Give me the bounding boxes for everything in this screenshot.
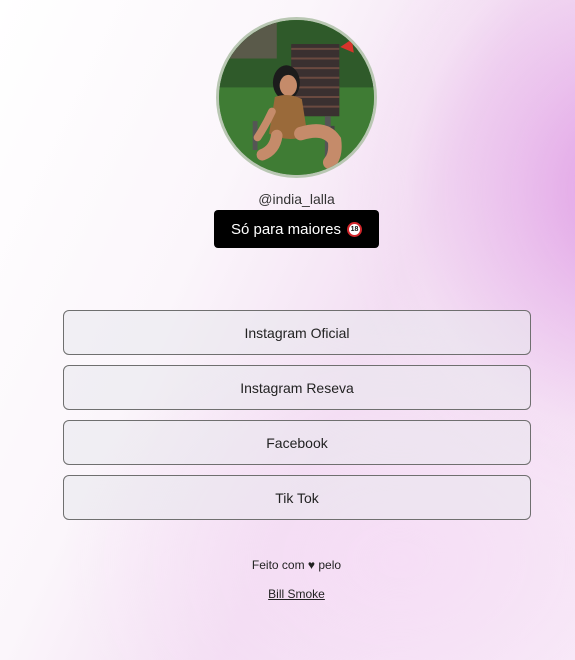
adult-18-icon: 18 [347, 221, 363, 237]
adult-content-badge[interactable]: Só para maiores 18 [214, 210, 379, 248]
adult-badge-label: Só para maiores [230, 220, 342, 238]
author-link[interactable]: Bill Smoke [268, 587, 325, 601]
avatar-photo [219, 20, 374, 175]
link-page: @india_lalla Só para maiores 18 Instagra… [0, 0, 575, 660]
footer-author: Bill Smoke [0, 587, 575, 601]
profile-avatar [216, 17, 377, 178]
footer-made-with: Feito com ♥ pelo [251, 558, 342, 572]
instagram-official-button[interactable]: Instagram Oficial [63, 310, 531, 355]
instagram-reserve-button[interactable]: Instagram Reseva [63, 365, 531, 410]
profile-username: @india_lalla [258, 191, 335, 207]
link-list: Instagram Oficial Instagram Reseva Faceb… [63, 310, 531, 530]
facebook-button[interactable]: Facebook [63, 420, 531, 465]
tiktok-button[interactable]: Tik Tok [63, 475, 531, 520]
